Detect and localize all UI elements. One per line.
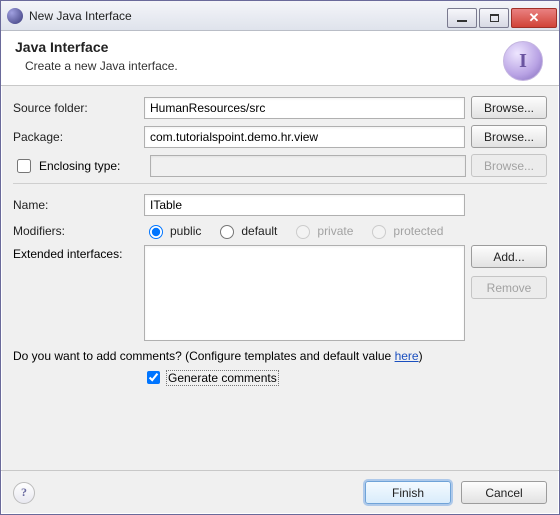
add-interface-button[interactable]: Add...	[471, 245, 547, 268]
minimize-button[interactable]	[447, 8, 477, 28]
finish-button[interactable]: Finish	[365, 481, 451, 504]
modifier-protected: protected	[367, 222, 443, 239]
package-browse-button[interactable]: Browse...	[471, 125, 547, 148]
remove-interface-button: Remove	[471, 276, 547, 299]
dialog-window: New Java Interface ✕ Java Interface Crea…	[0, 0, 560, 515]
extended-interfaces-list[interactable]	[144, 245, 465, 341]
modifier-default[interactable]: default	[215, 222, 277, 239]
modifiers-group: public default private protected	[144, 222, 443, 239]
comments-question-suffix: )	[419, 349, 423, 363]
interface-wizard-icon: I	[503, 41, 543, 81]
form-area: Source folder: Browse... Package: Browse…	[1, 86, 559, 470]
comments-section: Do you want to add comments? (Configure …	[13, 349, 547, 387]
modifier-default-radio[interactable]	[220, 225, 234, 239]
modifier-public-radio[interactable]	[149, 225, 163, 239]
titlebar[interactable]: New Java Interface ✕	[1, 1, 559, 31]
banner-title: Java Interface	[15, 39, 545, 55]
source-folder-label: Source folder:	[13, 101, 138, 115]
extended-interfaces-label: Extended interfaces:	[13, 245, 138, 261]
package-input[interactable]	[144, 126, 465, 148]
name-input[interactable]	[144, 194, 465, 216]
button-bar: ? Finish Cancel	[1, 470, 559, 514]
enclosing-type-browse-button: Browse...	[471, 154, 547, 177]
close-button[interactable]: ✕	[511, 8, 557, 28]
banner-description: Create a new Java interface.	[25, 59, 545, 73]
name-label: Name:	[13, 198, 138, 212]
source-folder-input[interactable]	[144, 97, 465, 119]
wizard-banner: Java Interface Create a new Java interfa…	[1, 31, 559, 86]
maximize-button[interactable]	[479, 8, 509, 28]
modifier-private: private	[291, 222, 353, 239]
modifier-public[interactable]: public	[144, 222, 201, 239]
window-title: New Java Interface	[29, 9, 132, 23]
modifier-private-radio	[296, 225, 310, 239]
configure-templates-link[interactable]: here	[395, 349, 419, 363]
enclosing-type-input	[150, 155, 466, 177]
modifier-protected-radio	[372, 225, 386, 239]
enclosing-type-label: Enclosing type:	[39, 159, 143, 173]
modifiers-label: Modifiers:	[13, 224, 138, 238]
separator	[13, 183, 547, 184]
enclosing-type-checkbox[interactable]	[17, 159, 31, 173]
source-folder-browse-button[interactable]: Browse...	[471, 96, 547, 119]
generate-comments-label: Generate comments	[167, 371, 278, 385]
generate-comments-checkbox[interactable]	[147, 371, 160, 384]
cancel-button[interactable]: Cancel	[461, 481, 547, 504]
comments-question-prefix: Do you want to add comments? (Configure …	[13, 349, 395, 363]
package-label: Package:	[13, 130, 138, 144]
help-button[interactable]: ?	[13, 482, 35, 504]
app-icon	[7, 8, 23, 24]
